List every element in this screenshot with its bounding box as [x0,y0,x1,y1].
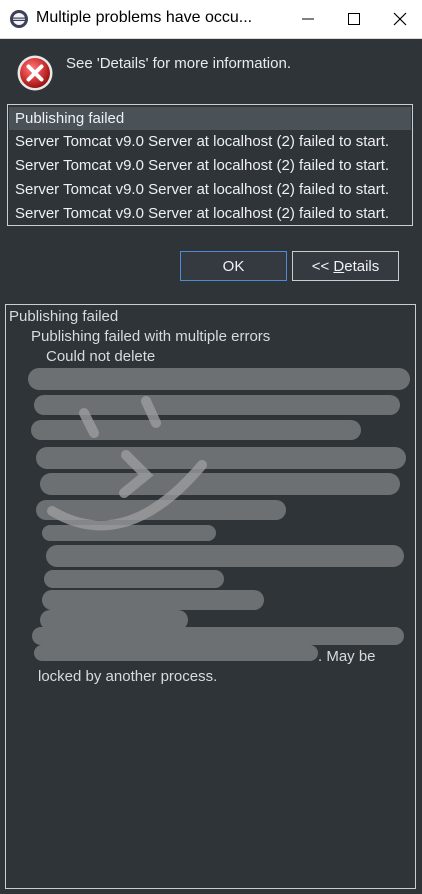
ok-button[interactable]: OK [180,251,287,281]
details-line-4: . May be [318,648,376,665]
list-item[interactable]: Server Tomcat v9.0 Server at localhost (… [9,202,411,225]
list-item[interactable]: Publishing failed [9,107,411,130]
list-item[interactable]: Server Tomcat v9.0 Server at localhost (… [9,154,411,177]
details-button-rest: etails [344,257,380,275]
eclipse-icon [10,10,28,28]
list-item[interactable]: Server Tomcat v9.0 Server at localhost (… [9,178,411,201]
details-button-mnemonic: D [333,257,345,275]
maximize-icon [348,13,360,25]
details-text-area[interactable]: Publishing failed Publishing failed with… [5,304,416,889]
minimize-button[interactable] [286,0,330,38]
maximize-button[interactable] [332,0,376,38]
close-button[interactable] [378,0,422,38]
ok-button-label: OK [222,257,245,275]
header-message: See 'Details' for more information. [66,55,291,72]
details-button[interactable]: << Details [292,251,399,281]
details-button-prefix: << [311,257,334,275]
problems-list[interactable]: Publishing failed Server Tomcat v9.0 Ser… [7,104,413,226]
window-title: Multiple problems have occu... [36,9,253,26]
dialog-header: See 'Details' for more information. [0,39,422,101]
redaction-scribble [28,368,410,661]
title-bar: Multiple problems have occu... [0,0,422,39]
close-icon [393,12,407,26]
details-line-5: locked by another process. [38,668,218,685]
list-item[interactable]: Server Tomcat v9.0 Server at localhost (… [9,130,411,153]
error-circle-x-icon [17,55,53,91]
minimize-icon [302,18,314,20]
